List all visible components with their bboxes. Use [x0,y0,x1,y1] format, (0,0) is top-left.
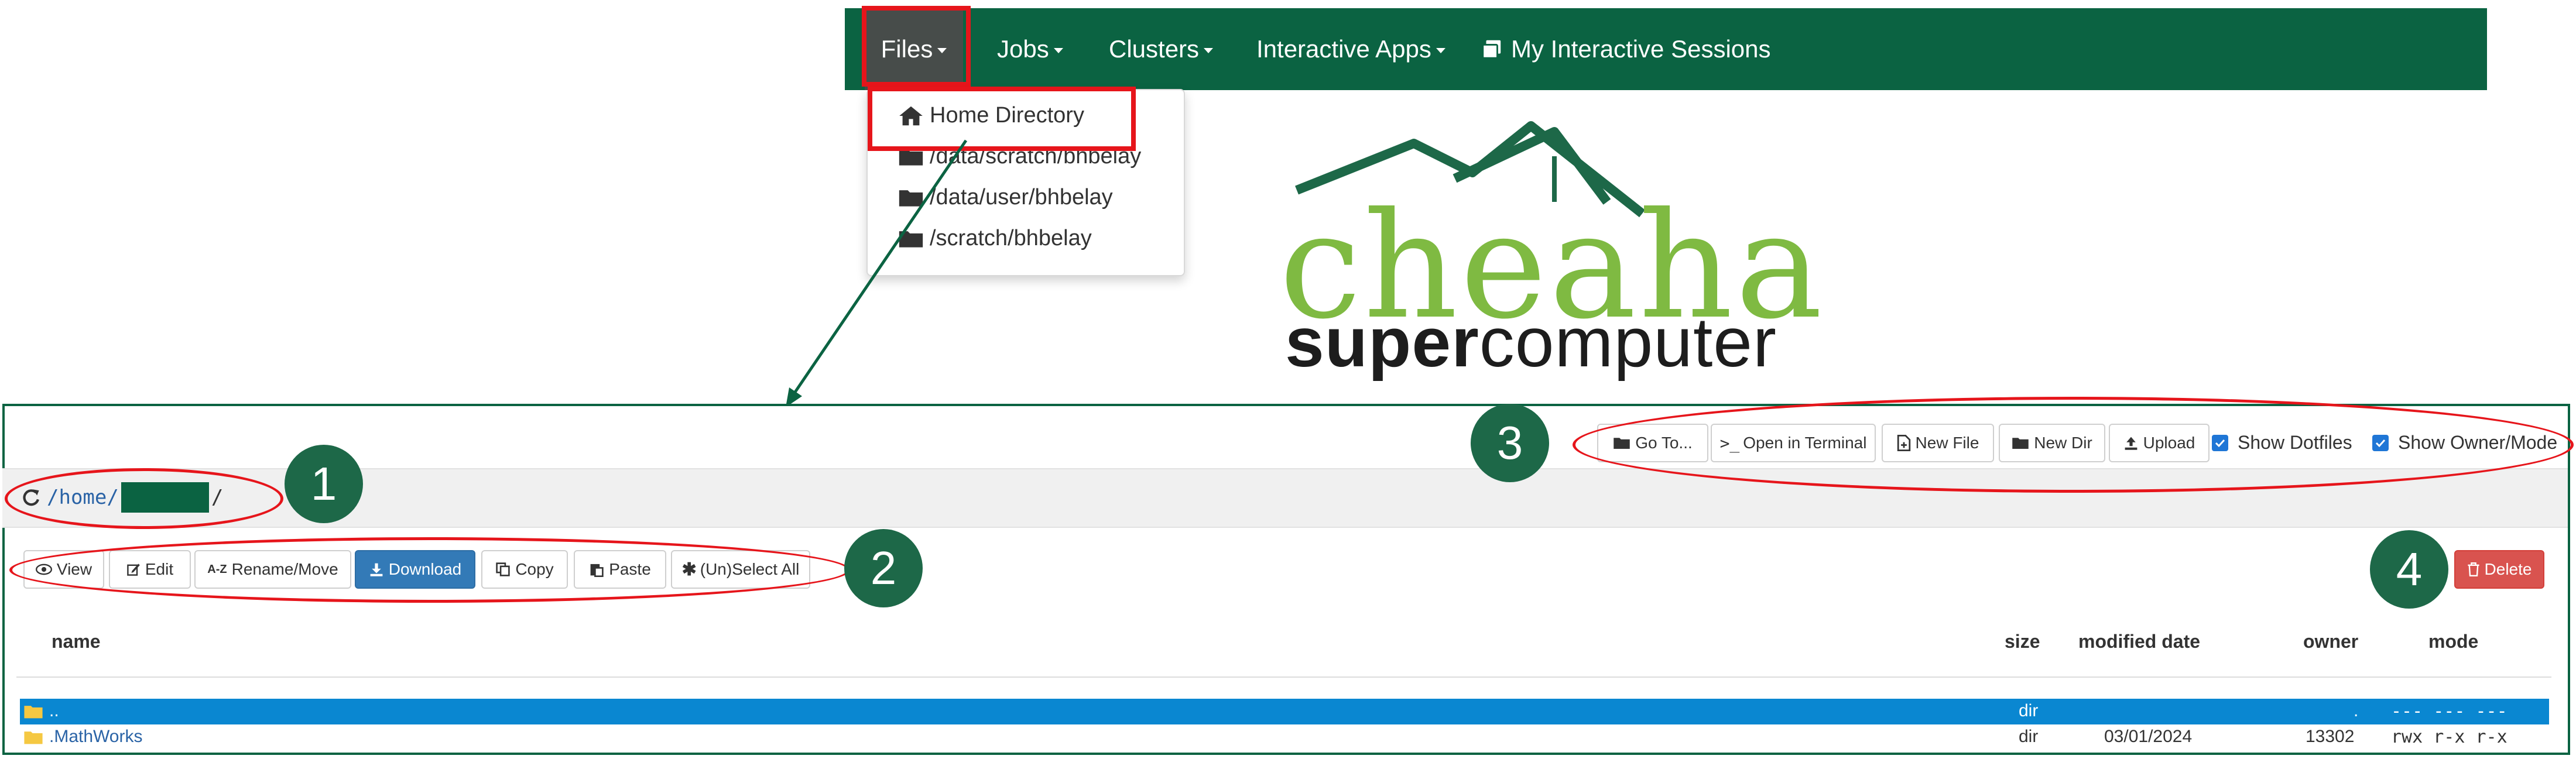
nav-interactive-apps-menu[interactable]: Interactive Apps [1256,8,1445,90]
table-row[interactable]: .MathWorks dir 03/01/2024 13302 rwx r-x … [20,724,2549,750]
top-navbar: Files Jobs Clusters Interactive Apps My … [845,8,2487,90]
column-header-modified[interactable]: modified date [2078,631,2200,652]
nav-jobs-label: Jobs [997,35,1049,63]
row-owner: . [2354,701,2359,720]
nav-my-sessions-link[interactable]: My Interactive Sessions [1481,8,1771,90]
nav-jobs-menu[interactable]: Jobs [997,8,1063,90]
caret-down-icon [1204,47,1214,53]
annotation-ellipse-actions [9,537,850,603]
annotation-marker-2: 2 [844,529,923,607]
sessions-icon [1482,40,1501,59]
caret-down-icon [1436,47,1445,53]
column-header-mode[interactable]: mode [2428,631,2478,652]
annotation-ellipse-path [5,468,283,529]
logo-subtitle-bold: super [1285,303,1479,382]
annotation-marker-3: 3 [1471,404,1549,482]
row-mode: --- --- --- [2391,701,2508,722]
row-name[interactable]: .MathWorks [49,727,142,747]
row-owner: 13302 [2306,727,2355,746]
delete-label: Delete [2484,560,2532,578]
row-modified: 03/01/2024 [2104,727,2193,746]
annotation-marker-1: 1 [285,445,363,523]
row-size: dir [2019,727,2039,746]
logo-subtitle-rest: computer [1479,303,1777,382]
column-header-name[interactable]: name [52,631,101,652]
logo-subtitle: supercomputer [1285,307,1777,377]
caret-down-icon [1053,47,1063,53]
folder-icon [24,706,43,719]
nav-clusters-menu[interactable]: Clusters [1109,8,1214,90]
nav-apps-label: Interactive Apps [1256,35,1431,63]
column-header-owner[interactable]: owner [2303,631,2358,652]
nav-sessions-label: My Interactive Sessions [1511,35,1771,63]
annotation-marker-4: 4 [2370,530,2448,609]
annotation-ellipse-top-toolbar [1573,397,2574,493]
row-mode: rwx r-x r-x [2391,727,2508,747]
pointer-arrow-icon [786,139,968,407]
nav-clusters-label: Clusters [1109,35,1200,63]
trash-icon [2467,562,2479,576]
delete-button[interactable]: Delete [2454,550,2544,589]
folder-icon [24,731,43,744]
table-row[interactable]: .. dir . --- --- --- [20,699,2549,724]
row-size: dir [2019,701,2039,720]
row-name[interactable]: .. [49,701,59,721]
table-header-divider [16,676,2551,678]
column-header-size[interactable]: size [2005,631,2040,652]
files-highlight-box [862,6,971,87]
